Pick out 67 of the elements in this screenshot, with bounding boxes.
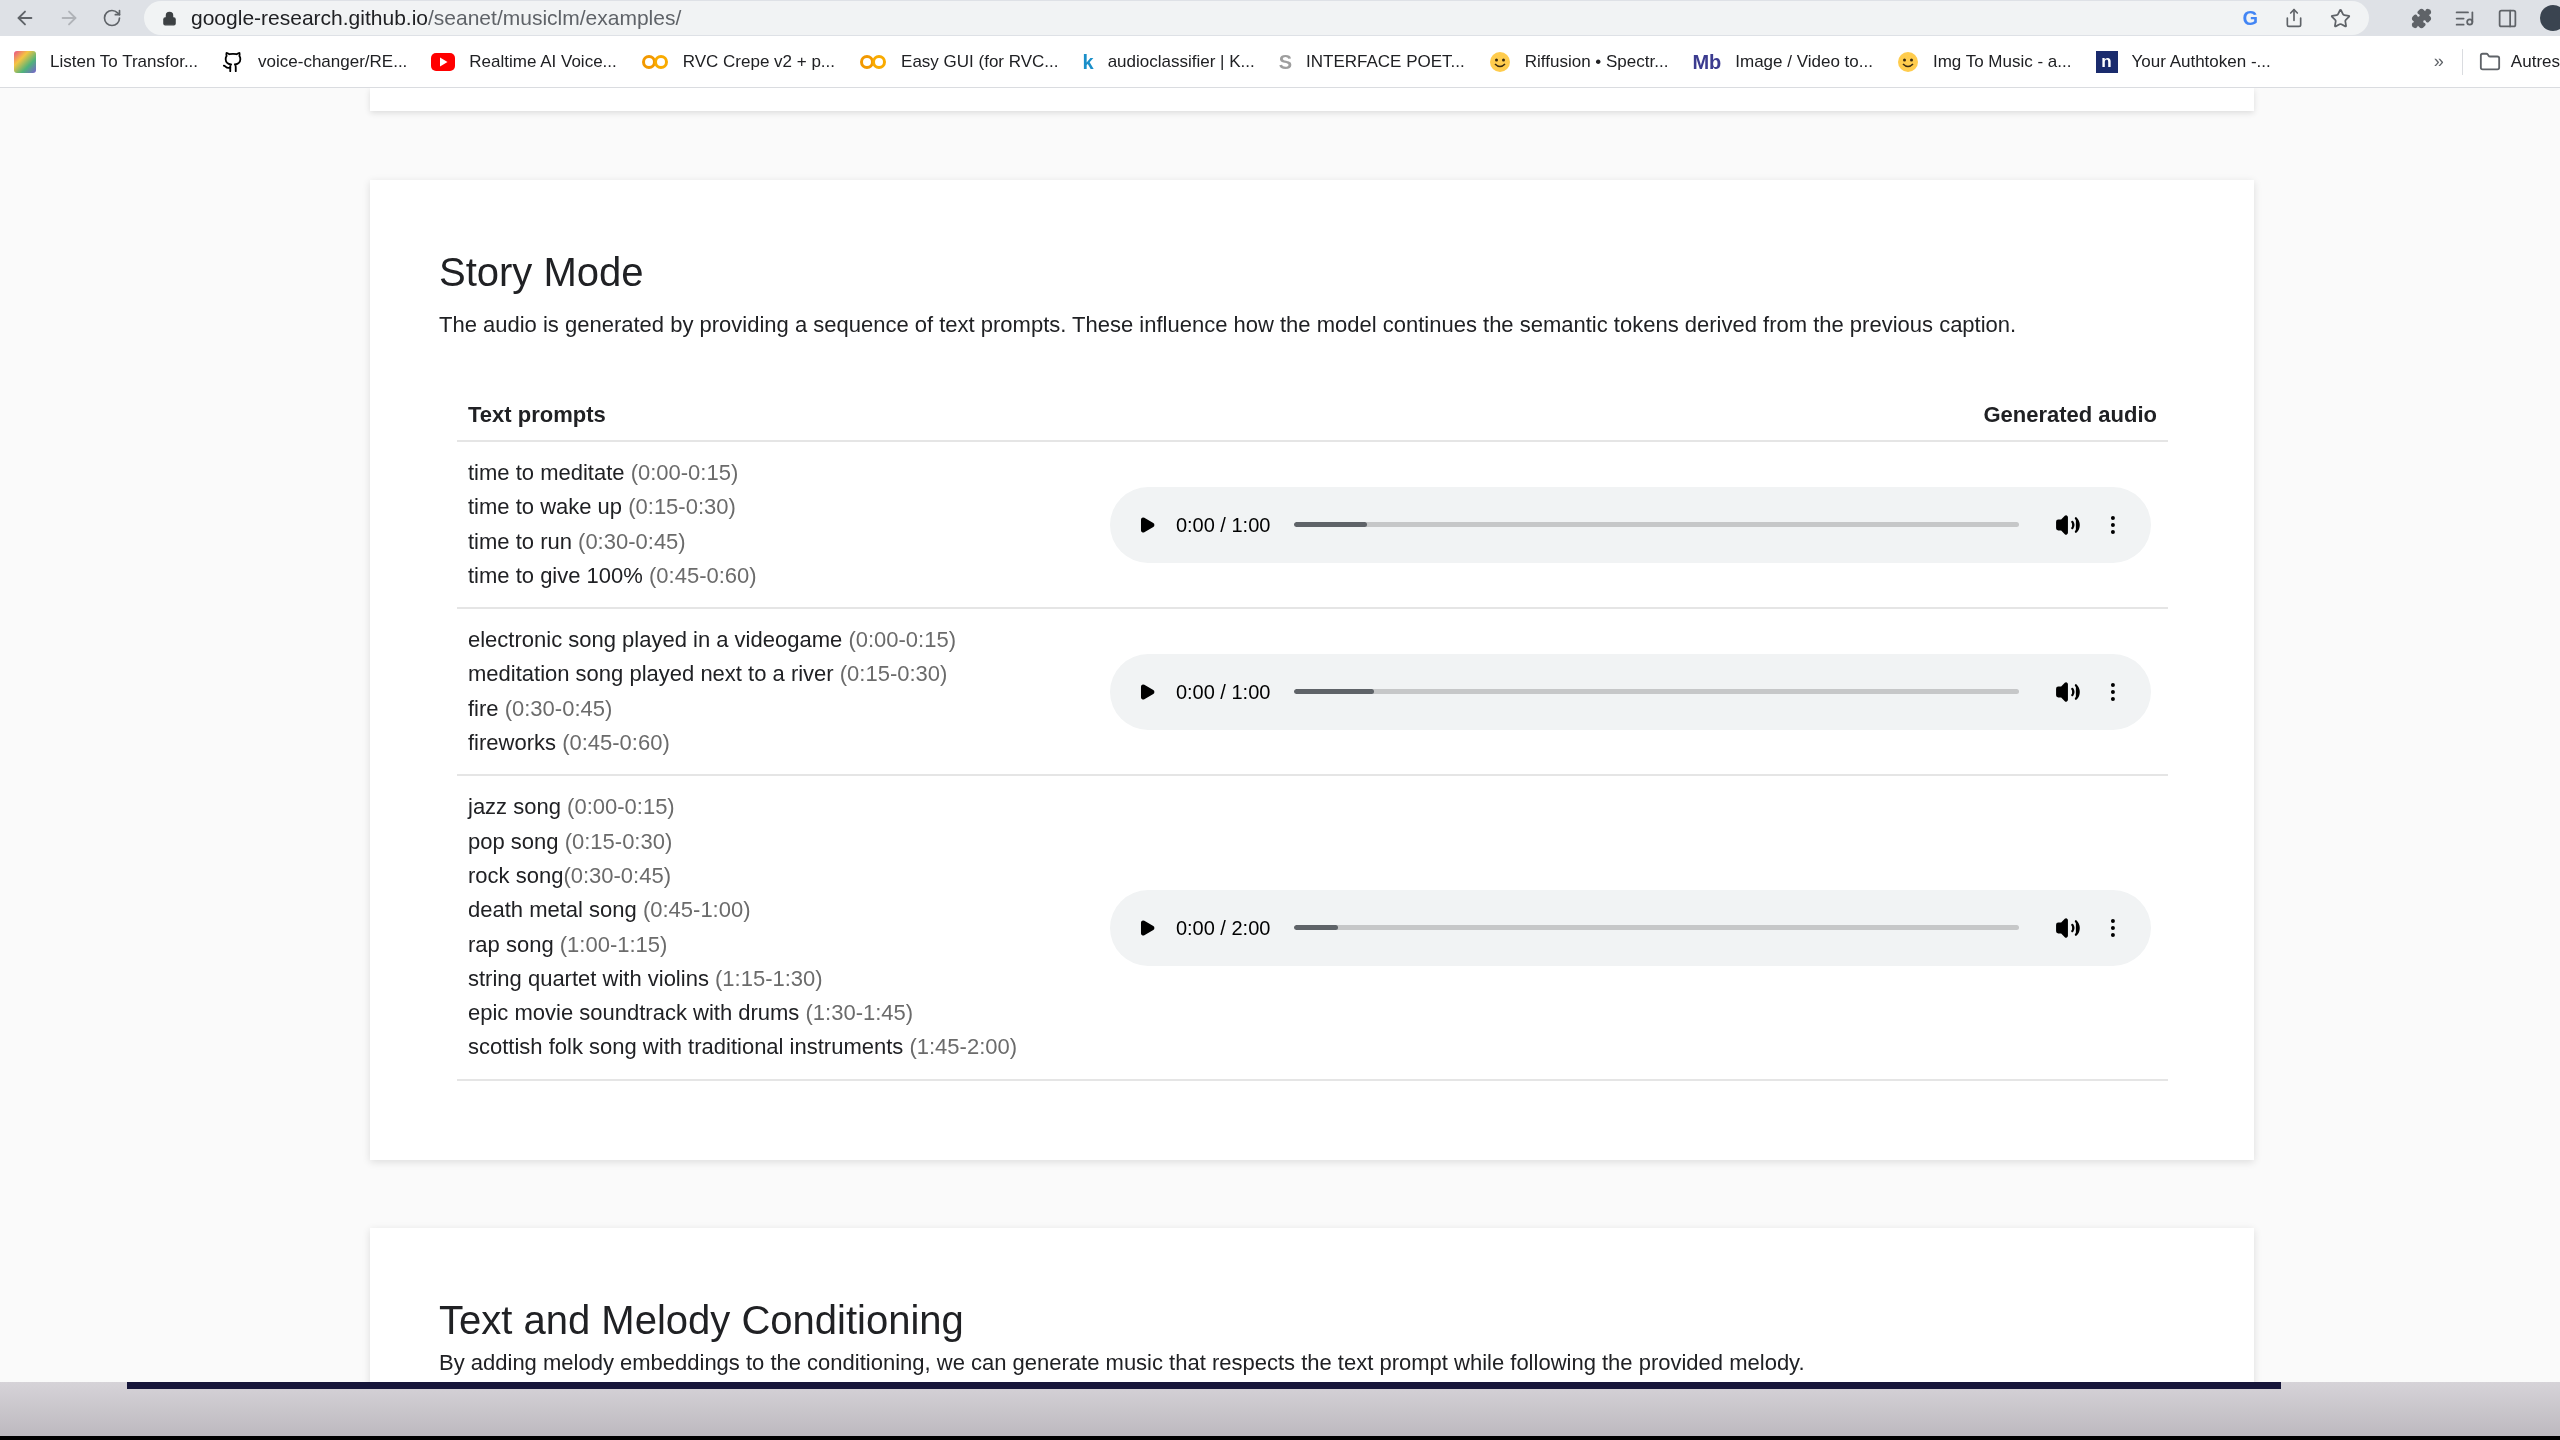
play-icon[interactable] — [1138, 515, 1156, 534]
section-title: Story Mode — [439, 249, 645, 296]
audio-player[interactable]: 0:00 / 1:00 — [1110, 486, 2151, 563]
bookmark-item[interactable]: n Your Authtoken -... — [2095, 48, 2271, 75]
prompt-text: time to meditate (0:00-0:15) — [468, 459, 740, 487]
bookmark-item[interactable]: S INTERFACE POET... — [1278, 48, 1465, 75]
progress-track[interactable] — [1294, 925, 2020, 931]
column-header: Text prompts — [468, 400, 606, 429]
bookmark-item[interactable]: Realtime AI Voice... — [431, 48, 617, 75]
prompt-text: rap song (1:00-1:15) — [468, 930, 669, 959]
prompt-text: fire (0:30-0:45) — [468, 694, 614, 723]
address-bar[interactable]: google-research.github.io/seanet/musiclm/examples/ G — [144, 1, 2369, 35]
time-display: 0:00 / 1:00 — [1175, 679, 1271, 705]
play-icon[interactable] — [1138, 682, 1156, 701]
progress-track[interactable] — [1294, 689, 2020, 695]
prompt-text: death metal song (0:45-1:00) — [468, 896, 752, 925]
star-icon[interactable] — [2330, 7, 2351, 29]
prompt-text: fireworks (0:45-0:60) — [468, 729, 671, 758]
time-display: 0:00 / 2:00 — [1175, 915, 1271, 941]
colorful-square-icon — [14, 50, 36, 73]
share-icon[interactable] — [2284, 8, 2304, 28]
letter-box-icon: n — [2095, 50, 2118, 73]
letter-icon: Mb — [1692, 51, 1722, 72]
prompt-text: time to wake up (0:15-0:30) — [468, 493, 737, 522]
section-description: By adding melody embeddings to the conditioning, we can generate music that respects the text prompt while following the provided melody. — [439, 1350, 1806, 1376]
linked-rings-icon — [640, 53, 669, 70]
letter-icon: k — [1082, 51, 1094, 72]
prompt-text: scottish folk song with traditional instruments (1:45-2:00) — [468, 1033, 1018, 1062]
prompt-text: jazz song (0:00-0:15) — [468, 793, 676, 822]
play-logo-icon — [431, 52, 456, 71]
linked-rings-icon — [859, 53, 888, 70]
section-description: The audio is generated by providing a sequence of text prompts. These influence how the model continues the semantic tokens derived from the previous caption. — [439, 311, 2018, 339]
column-header: Generated audio — [1983, 400, 2157, 429]
more-bookmarks-button[interactable]: » — [2433, 48, 2444, 75]
progress-track[interactable] — [1294, 522, 2020, 528]
bookmark-item[interactable]: Mb Image / Video to... — [1692, 48, 1873, 75]
prompt-text: epic movie soundtrack with drums (1:30-1:45) — [468, 999, 915, 1028]
letter-icon: S — [1278, 51, 1293, 72]
bookmark-item[interactable]: Easy GUI (for RVC... — [859, 48, 1059, 75]
audio-player[interactable]: 0:00 / 1:00 — [1110, 653, 2151, 730]
side-panel-icon[interactable] — [2497, 7, 2518, 29]
url-text: google-research.github.io/seanet/musiclm/examples/ — [191, 5, 682, 32]
lock-icon — [162, 10, 177, 26]
reload-icon[interactable] — [102, 8, 122, 28]
bookmark-item[interactable]: k audioclassifier | K... — [1082, 48, 1255, 75]
play-icon[interactable] — [1138, 918, 1156, 937]
prompt-text: electronic song played in a videogame (0:00-0:15) — [468, 626, 956, 655]
other-bookmarks-folder[interactable]: Autres — [2478, 48, 2560, 75]
audio-player[interactable]: 0:00 / 2:00 — [1110, 889, 2151, 966]
prompt-text: meditation song played next to a river (0:15-0:30) — [468, 660, 949, 689]
time-display: 0:00 / 1:00 — [1175, 512, 1271, 538]
avatar[interactable] — [2540, 5, 2560, 31]
bookmark-item[interactable]: RVC Crepe v2 + p... — [640, 48, 836, 75]
folder-icon — [2478, 50, 2501, 73]
prompt-text: time to run (0:30-0:45) — [468, 527, 687, 556]
smiley-icon — [1488, 50, 1511, 73]
smiley-icon — [1896, 50, 1919, 73]
prompt-text: string quartet with violins (1:15-1:30) — [468, 964, 824, 993]
extensions-icon[interactable] — [2411, 7, 2432, 29]
prompt-text: time to give 100% (0:45-0:60) — [468, 561, 757, 590]
bookmark-item[interactable]: Listen To Transfor... — [14, 48, 199, 75]
prompt-text: rock song(0:30-0:45) — [468, 861, 672, 890]
section-title: Text and Melody Conditioning — [439, 1298, 965, 1342]
bookmark-item[interactable]: Img To Music - a... — [1896, 48, 2072, 75]
bookmark-item[interactable]: voice-changer/RE... — [222, 48, 408, 75]
prompt-text: pop song (0:15-0:30) — [468, 827, 674, 856]
bookmark-item[interactable]: Riffusion • Spectr... — [1488, 48, 1669, 75]
